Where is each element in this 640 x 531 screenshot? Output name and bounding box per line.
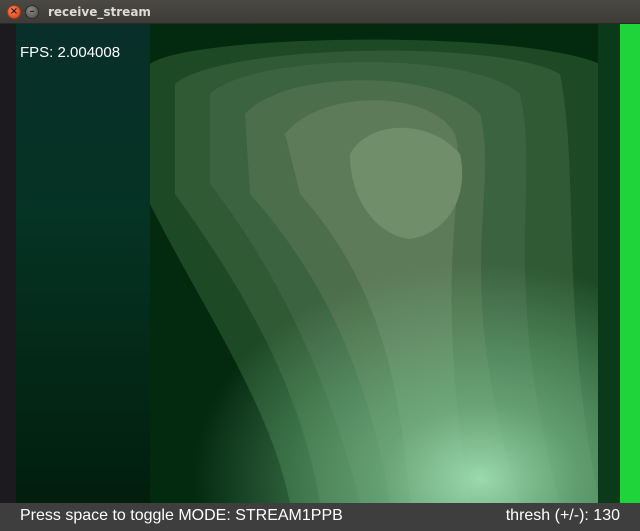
video-frame-image: [0, 24, 640, 503]
close-icon: ×: [9, 6, 19, 17]
status-bar: Press space to toggle MODE: STREAM1PPB t…: [0, 503, 640, 531]
mode-status-text: Press space to toggle MODE: STREAM1PPB: [20, 507, 343, 524]
fps-counter: FPS: 2.004008: [20, 44, 121, 61]
minimize-icon: –: [29, 6, 35, 17]
video-frame: FPS: 2.004008: [0, 24, 640, 503]
title-bar[interactable]: × – receive_stream: [0, 0, 640, 24]
window-title: receive_stream: [48, 5, 151, 19]
thresh-status-text: thresh (+/-): 130: [505, 507, 620, 524]
app-window: × – receive_stream FPS: 2.004008 Press s…: [0, 0, 640, 531]
minimize-button[interactable]: –: [25, 5, 39, 19]
close-button[interactable]: ×: [7, 5, 21, 19]
